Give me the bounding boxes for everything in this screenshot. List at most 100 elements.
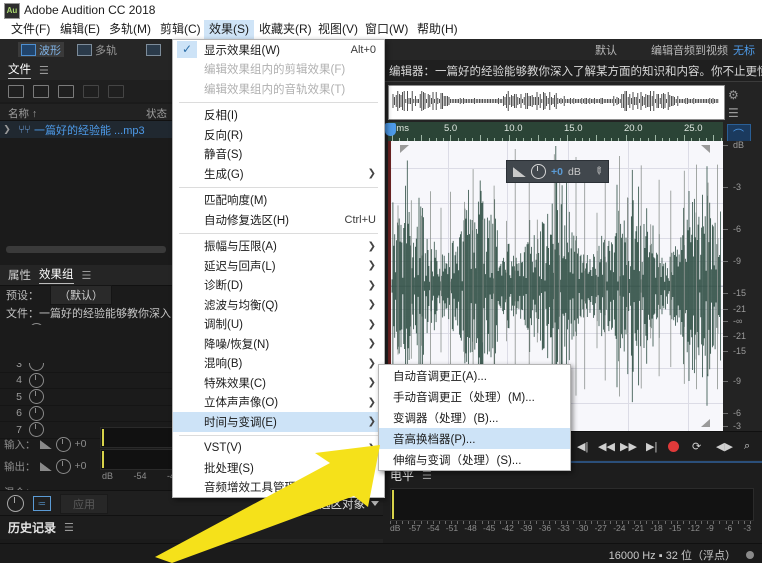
level-scale-tick [396,521,398,524]
menu-item-label: 匹配响度(M) [204,195,268,208]
time-pitch-item-3[interactable]: 音高换档器(P)... [379,428,570,449]
tab-effects-rack[interactable]: 效果组 [39,266,74,284]
rack-list-icon[interactable]: ≔ [33,496,51,511]
loop-icon[interactable]: ⟳ [692,440,701,453]
waveform-icon: ⑂⑂ [18,123,30,136]
workspace-tab-1[interactable]: 编辑音频到视频 [651,42,728,58]
panel-menu-icon[interactable]: ☰ [728,106,739,120]
effects-menu-item-7[interactable]: 生成(G) ❯ [173,164,384,184]
view-button-2[interactable] [143,42,164,57]
db-scale-label: -∞ [733,316,743,326]
history-panel-menu-icon[interactable]: ☰ [64,521,74,534]
expand-arrow-icon[interactable]: ❯ [0,124,14,135]
skip-to-end-icon[interactable]: ▶| [646,440,657,453]
files-horizontal-scrollbar[interactable] [6,246,166,253]
input-gain-knob[interactable] [55,436,71,452]
level-meter-clip-indicator[interactable] [392,490,394,519]
effect-power-icon[interactable] [29,405,44,421]
menu-item-label: 调制(U) [204,319,243,332]
zoom-selection-icon[interactable]: ◀▶ [716,440,733,453]
effects-menu-item-15[interactable]: 滤波与均衡(Q) ❯ [173,295,384,315]
effects-menu-item-13[interactable]: 延迟与回声(L) ❯ [173,256,384,276]
effects-rack-menu-icon[interactable]: ☰ [82,269,92,282]
view-button-1[interactable]: 多轨 [74,42,120,57]
effects-menu-item-9[interactable]: 匹配响度(M) [173,191,384,211]
effects-menu-item-0[interactable]: ✓ 显示效果组(W) Alt+0 [173,40,384,60]
effect-slot[interactable]: 4 [0,372,189,389]
file-list-item[interactable]: ❯ ⑂⑂ 一篇好的经验能 ...mp3 [0,121,189,138]
effects-menu-item-19[interactable]: 特殊效果(C) ❯ [173,373,384,393]
column-status[interactable]: 状态 [146,106,167,121]
effect-power-icon[interactable] [29,372,44,388]
menu-5[interactable]: 收藏夹(R) [254,20,317,39]
rewind-icon[interactable]: ◀◀ [598,440,615,453]
column-name[interactable]: 名称 ↑ [8,106,37,121]
gain-control-overlay[interactable]: +0 dB ✎ [506,160,609,183]
menu-item-label: 特殊效果(C) [204,377,266,390]
level-meter-bar[interactable] [390,488,754,521]
workspace-tab-2[interactable]: 无标 [733,42,755,58]
import-file-icon[interactable] [33,84,49,98]
title-bar: Au Adobe Audition CC 2018 [0,0,762,20]
effect-slot[interactable]: 5 [0,389,189,406]
menu-6[interactable]: 视图(V) [313,20,363,39]
effects-menu-item-17[interactable]: 降噪/恢复(N) ❯ [173,334,384,354]
pin-icon[interactable]: ✎ [591,165,605,179]
effect-slot[interactable]: 6 [0,405,189,422]
zoom-in-icon[interactable]: ⌕ [744,440,750,453]
effects-menu-item-4[interactable]: 反相(I) [173,106,384,126]
amplitude-db-scale[interactable]: dB -3 -6 -9 -15 -21 -∞ -21 -15 -9 -6 -3 [723,140,762,431]
workspace-tab-0[interactable]: 默认 [595,42,617,58]
view-button-0[interactable]: 波形 [18,42,64,57]
effects-menu-item-24[interactable]: 批处理(S) ❯ [173,458,384,478]
menu-item-label: 编辑效果组内的音轨效果(T) [204,83,346,96]
insert-into-multitrack-icon[interactable] [83,84,99,98]
history-panel-title[interactable]: 历史记录 [8,519,56,536]
menu-item-label: 滤波与均衡(Q) [204,299,279,312]
time-pitch-item-4[interactable]: 伸缩与变调（处理）(S)... [379,449,570,470]
open-file-icon[interactable] [8,84,24,98]
menu-8[interactable]: 帮助(H) [412,20,463,39]
chevron-down-icon[interactable] [371,501,379,506]
playhead-marker[interactable] [385,123,396,136]
effects-menu-item-6[interactable]: 静音(S) [173,145,384,165]
timeline-ruler[interactable]: hms 5.0 10.0 15.0 20.0 25.0 [388,122,723,141]
gain-knob[interactable] [531,164,546,179]
effects-menu-item-25[interactable]: 音频增效工具管理器(P)... [173,478,384,498]
effects-menu-item-10[interactable]: 自动修复选区(H) Ctrl+U [173,210,384,230]
preset-row: 预设： （默认） [0,284,189,305]
menu-1[interactable]: 编辑(E) [55,20,105,39]
menu-2[interactable]: 多轨(M) [104,20,156,39]
settings-icon[interactable]: ⚙ [728,88,739,102]
output-gain-knob[interactable] [55,458,71,474]
time-pitch-item-2[interactable]: 变调器（处理）(B)... [379,407,570,428]
record-icon[interactable] [668,441,679,452]
overview-waveform[interactable] [388,85,725,120]
menu-7[interactable]: 窗口(W) [360,20,413,39]
time-pitch-item-1[interactable]: 手动音调更正（处理）(M)... [379,386,570,407]
menu-0[interactable]: 文件(F) [6,20,55,39]
fast-forward-icon[interactable]: ▶▶ [620,440,637,453]
tab-properties[interactable]: 属性 [8,267,31,283]
files-panel-title[interactable]: 文件 [8,61,31,79]
effects-menu-item-5[interactable]: 反向(R) [173,125,384,145]
time-pitch-item-0[interactable]: 自动音调更正(A)... [379,365,570,386]
files-panel-menu-icon[interactable]: ☰ [39,64,49,77]
apply-button[interactable]: 应用 [60,493,108,514]
menu-4[interactable]: 效果(S) [204,20,254,39]
rack-power-icon[interactable] [7,495,24,512]
effects-menu-item-21[interactable]: 时间与变调(E) ❯ [173,412,384,432]
close-file-icon[interactable] [108,84,124,98]
effects-menu-item-20[interactable]: 立体声声像(O) ❯ [173,393,384,413]
menu-3[interactable]: 剪辑(C) [155,20,206,39]
skip-to-start-icon[interactable]: ◀| [577,440,588,453]
effect-power-icon[interactable] [29,389,44,405]
preset-select[interactable]: （默认） [50,284,112,305]
effects-menu-item-14[interactable]: 诊断(D) ❯ [173,276,384,296]
effects-menu-item-16[interactable]: 调制(U) ❯ [173,315,384,335]
level-scale-label: -48 [464,523,477,533]
effects-menu-item-12[interactable]: 振幅与压限(A) ❯ [173,237,384,257]
effects-menu-item-18[interactable]: 混响(B) ❯ [173,354,384,374]
effects-menu-item-23[interactable]: VST(V) ❯ [173,439,384,459]
new-file-icon[interactable] [58,84,74,98]
